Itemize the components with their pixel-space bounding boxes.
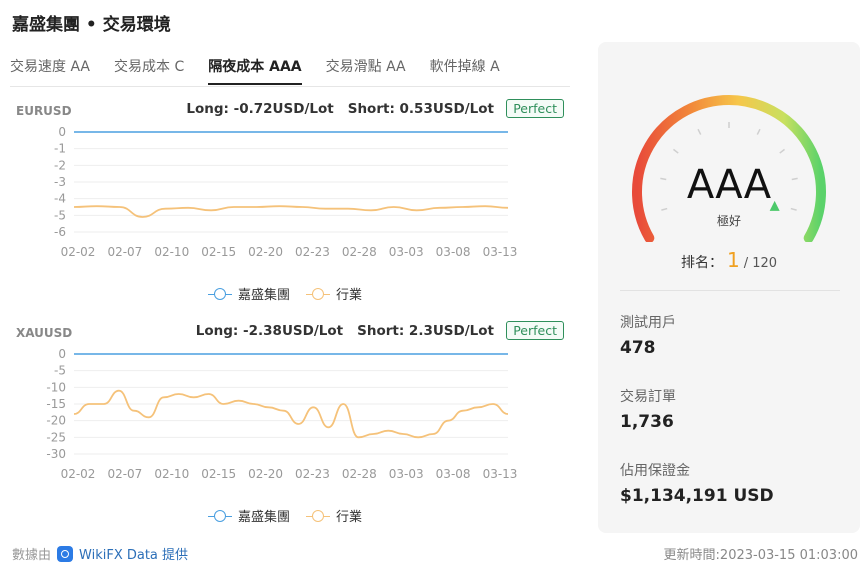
gauge-tick [673, 148, 679, 154]
gauge-tick [790, 207, 797, 211]
x-tick-label: 02-23 [295, 245, 330, 259]
y-tick-label: -10 [46, 380, 66, 394]
short-value: Short: 2.3USD/Lot [357, 323, 494, 339]
gauge-tick [697, 128, 702, 135]
legend-company-icon [208, 287, 232, 300]
x-tick-label: 03-13 [483, 245, 518, 259]
y-tick-label: 0 [58, 347, 66, 361]
grade-value: AAA [686, 162, 772, 208]
rank-number: 1 [726, 248, 740, 272]
x-tick-label: 02-20 [248, 467, 283, 481]
x-tick-label: 02-15 [201, 467, 236, 481]
x-tick-label: 03-03 [389, 245, 424, 259]
y-tick-label: 0 [58, 125, 66, 139]
x-tick-label: 02-07 [107, 467, 142, 481]
y-tick-label: -2 [54, 158, 66, 172]
tab-overnight-cost[interactable]: 隔夜成本 AAA [208, 52, 302, 85]
chart-legend: 嘉盛集團 行業 [208, 284, 362, 303]
chart-symbol: EURUSD [16, 104, 72, 118]
x-tick-label: 02-20 [248, 245, 283, 259]
x-tick-label: 03-03 [389, 467, 424, 481]
perfect-badge: Perfect [506, 321, 564, 340]
source-name-link[interactable]: WikiFX Data 提供 [79, 544, 188, 563]
legend-industry-icon [306, 509, 331, 522]
stat-value-margin: $1,134,191 USD [620, 486, 774, 506]
y-tick-label: -5 [54, 364, 66, 378]
legend-industry-icon [306, 287, 331, 300]
legend-industry: 行業 [336, 288, 363, 303]
y-tick-label: -25 [46, 430, 66, 444]
x-tick-label: 02-23 [295, 467, 330, 481]
source-prefix: 數據由 [12, 548, 52, 563]
y-tick-label: -3 [54, 175, 66, 189]
y-tick-label: -4 [54, 192, 66, 206]
long-value: Long: -2.38USD/Lot [195, 323, 344, 339]
legend-company: 嘉盛集團 [238, 510, 291, 525]
page-title: 嘉盛集團 • 交易環境 [12, 15, 171, 35]
x-tick-label: 02-28 [342, 245, 377, 259]
update-time: 更新時間:2023-03-15 01:03:00 [663, 548, 858, 563]
data-source: 數據由 WikiFX Data 提供 [12, 544, 188, 563]
tab-trading-speed[interactable]: 交易速度 AA [10, 52, 90, 86]
y-tick-label: -30 [46, 447, 66, 461]
chart-legend: 嘉盛集團 行業 [208, 506, 362, 525]
eurusd-chart-block: EURUSD Long: -0.72USD/Lot Short: 0.53USD/… [10, 99, 570, 304]
stat-value-orders: 1,736 [620, 412, 674, 432]
chart-symbol: XAUUSD [16, 326, 73, 340]
y-tick-label: -5 [54, 208, 66, 222]
long-value: Long: -0.72USD/Lot [186, 101, 334, 117]
rank-label: 排名： [680, 255, 723, 271]
rank-total: / 120 [743, 256, 778, 271]
legend-industry: 行業 [336, 510, 363, 525]
x-tick-label: 03-08 [436, 245, 471, 259]
xauusd-chart-block: XAUUSD Long: -2.38USD/Lot Short: 2.3USD/L… [10, 321, 570, 526]
y-tick-label: -1 [54, 142, 66, 156]
stat-value-test-users: 478 [620, 338, 656, 358]
rank-row: 排名： 1/ 120 [598, 248, 860, 272]
y-tick-label: -20 [46, 414, 66, 428]
stat-label-test-users: 測試用戶 [620, 315, 676, 331]
series-line-industry [73, 389, 509, 439]
stat-label-orders: 交易訂單 [620, 389, 676, 405]
wikifx-logo-icon [57, 545, 74, 562]
x-tick-label: 02-10 [154, 245, 189, 259]
x-tick-label: 03-13 [483, 467, 518, 481]
x-tick-label: 03-08 [436, 467, 471, 481]
tab-disconnection[interactable]: 軟件掉線 A [430, 52, 500, 86]
stat-label-margin: 佔用保證金 [620, 463, 690, 479]
x-tick-label: 02-10 [154, 467, 189, 481]
y-tick-label: -6 [54, 225, 66, 239]
tab-trading-cost[interactable]: 交易成本 C [114, 52, 184, 86]
gauge-tick [756, 128, 761, 135]
short-value: Short: 0.53USD/Lot [347, 101, 494, 117]
long-short-values: Long: -2.38USD/Lot Short: 2.3USD/Lot [182, 323, 494, 339]
x-tick-label: 02-07 [107, 245, 142, 259]
grade-label: 極好 [716, 214, 741, 228]
legend-company: 嘉盛集團 [238, 288, 291, 303]
tab-bar: 交易速度 AA 交易成本 C 隔夜成本 AAA 交易滑點 AA 軟件掉線 A [10, 52, 570, 87]
divider [620, 290, 840, 291]
long-short-values: Long: -0.72USD/Lot Short: 0.53USD/Lot [172, 101, 494, 117]
eurusd-line-chart: 0 -1 -2 -3 -4 -5 -6 02-02 02-07 02-10 02-15 02-20 02… [54, 125, 518, 259]
legend-company-icon [208, 509, 232, 522]
x-tick-label: 02-15 [201, 245, 236, 259]
x-tick-label: 02-28 [342, 467, 377, 481]
gauge-tick [779, 148, 785, 154]
gauge-tick [661, 207, 668, 211]
perfect-badge: Perfect [506, 99, 564, 118]
x-tick-label: 02-02 [61, 245, 96, 259]
xauusd-line-chart: 0 -5 -10 -15 -20 -25 -30 02-02 02-07 02-10 02-15 02… [46, 347, 518, 481]
tab-slippage[interactable]: 交易滑點 AA [326, 52, 406, 86]
y-tick-label: -15 [46, 397, 66, 411]
x-tick-label: 02-02 [61, 467, 96, 481]
rating-panel: AAA 極好 排名： 1/ 120 測試用戶 478 交易訂單 1,736 佔用保… [598, 42, 860, 533]
